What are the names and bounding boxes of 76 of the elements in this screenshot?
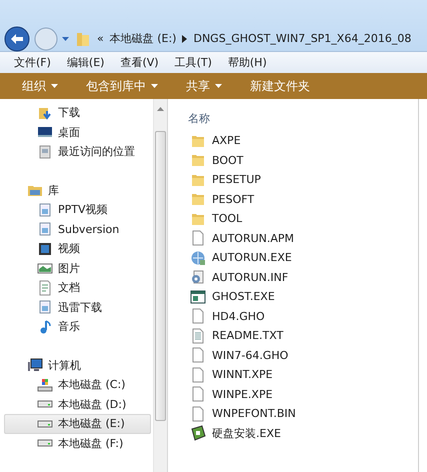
folder-icon [190, 152, 206, 168]
nav-item[interactable]: 最近访问的位置 [4, 142, 151, 162]
nav-item[interactable]: 迅雷下载 [4, 298, 151, 317]
recent-places-icon [37, 144, 53, 160]
nav-item[interactable]: PPTV视频 [4, 200, 151, 220]
menu-item[interactable]: 工具(T) [174, 55, 212, 70]
nav-item[interactable]: 本地磁盘 (D:) [4, 394, 151, 414]
globe-icon [190, 250, 206, 266]
file-item[interactable]: WINNT.XPE [182, 365, 418, 384]
drive-icon [37, 400, 53, 408]
file-item[interactable]: BOOT [182, 150, 418, 170]
system-drive-icon [37, 376, 53, 393]
file-icon [190, 366, 206, 383]
separator-arrow-icon[interactable] [182, 34, 188, 42]
file-item[interactable]: TOOL [182, 209, 418, 228]
app-window-icon [190, 288, 206, 305]
file-item[interactable]: WNPEFONT.BIN [182, 404, 418, 424]
library-item-icon [37, 221, 53, 238]
address-field[interactable]: « 本地磁盘 (E:) DNGS_GHOST_WIN7_SP1_X64_2016_08 [73, 28, 427, 48]
drive-icon [37, 439, 53, 448]
file-item[interactable]: AXPE [182, 131, 418, 150]
nav-item[interactable]: 视频 [4, 239, 151, 258]
menu-item[interactable]: 查看(V) [120, 55, 159, 70]
file-icon [190, 230, 206, 246]
file-item[interactable]: WINPE.XPE [182, 384, 418, 404]
computer-icon [27, 357, 43, 374]
breadcrumb-item[interactable]: 本地磁盘 (E:) [110, 31, 176, 46]
toolbar-button[interactable]: 新建文件夹 [236, 74, 324, 98]
nav-item[interactable]: 库 [4, 180, 151, 200]
file-icon [190, 308, 206, 324]
toolbar-button[interactable]: 包含到库中 [72, 74, 172, 98]
nav-item[interactable]: 本地磁盘 (C:) [4, 375, 151, 394]
nav-item[interactable]: 桌面 [4, 122, 151, 142]
nav-item[interactable]: Subversion [4, 220, 151, 239]
nav-item[interactable]: 下载 [4, 103, 151, 122]
toolbar-button[interactable]: 组织 [8, 74, 72, 98]
toolbar-button[interactable]: 共享 [172, 74, 236, 98]
scroll-up-icon[interactable] [157, 107, 164, 111]
menu-item[interactable]: 文件(F) [14, 55, 51, 70]
document-icon [37, 280, 53, 296]
menu-item[interactable]: 编辑(E) [66, 55, 104, 70]
file-item[interactable]: GHOST.EXE [182, 287, 418, 306]
file-item[interactable]: AUTORUN.INF [182, 268, 418, 287]
file-icon [190, 347, 206, 364]
drive-icon [37, 420, 53, 428]
nav-item[interactable]: 本地磁盘 (E:) [4, 414, 151, 434]
scroll-thumb[interactable] [155, 131, 166, 421]
film-icon [37, 240, 53, 257]
file-item[interactable]: 硬盘安装.EXE [182, 424, 418, 443]
file-item[interactable]: HD4.GHO [182, 306, 418, 326]
column-header[interactable]: 名称 [182, 105, 418, 131]
back-button[interactable] [4, 26, 30, 52]
file-item[interactable]: AUTORUN.APM [182, 228, 418, 248]
scrollbar[interactable] [153, 99, 167, 472]
nav-item[interactable]: 文档 [4, 278, 151, 298]
file-item[interactable]: AUTORUN.EXE [182, 248, 418, 268]
file-item[interactable]: WIN7-64.GHO [182, 346, 418, 365]
folder-icon [75, 30, 91, 46]
breadcrumb-item[interactable]: DNGS_GHOST_WIN7_SP1_X64_2016_08 [193, 32, 412, 45]
overflow-chevron[interactable]: « [97, 32, 104, 45]
folder-icon [190, 191, 206, 208]
nav-item[interactable]: 音乐 [4, 317, 151, 336]
file-item[interactable]: README.TXT [182, 326, 418, 346]
library-item-icon [37, 202, 53, 218]
text-file-icon [190, 328, 206, 344]
nav-item[interactable]: 计算机 [4, 356, 151, 375]
caret-icon [62, 36, 69, 40]
file-item[interactable]: PESETUP [182, 170, 418, 190]
library-item-icon [37, 299, 53, 316]
nav-item[interactable]: 图片 [4, 258, 151, 278]
nav-item[interactable]: 本地磁盘 (F:) [4, 434, 151, 453]
file-icon [190, 406, 206, 422]
file-icon [190, 386, 206, 402]
file-item[interactable]: PESOFT [182, 190, 418, 209]
menu-item[interactable]: 帮助(H) [228, 55, 267, 70]
installer-icon [190, 425, 206, 442]
